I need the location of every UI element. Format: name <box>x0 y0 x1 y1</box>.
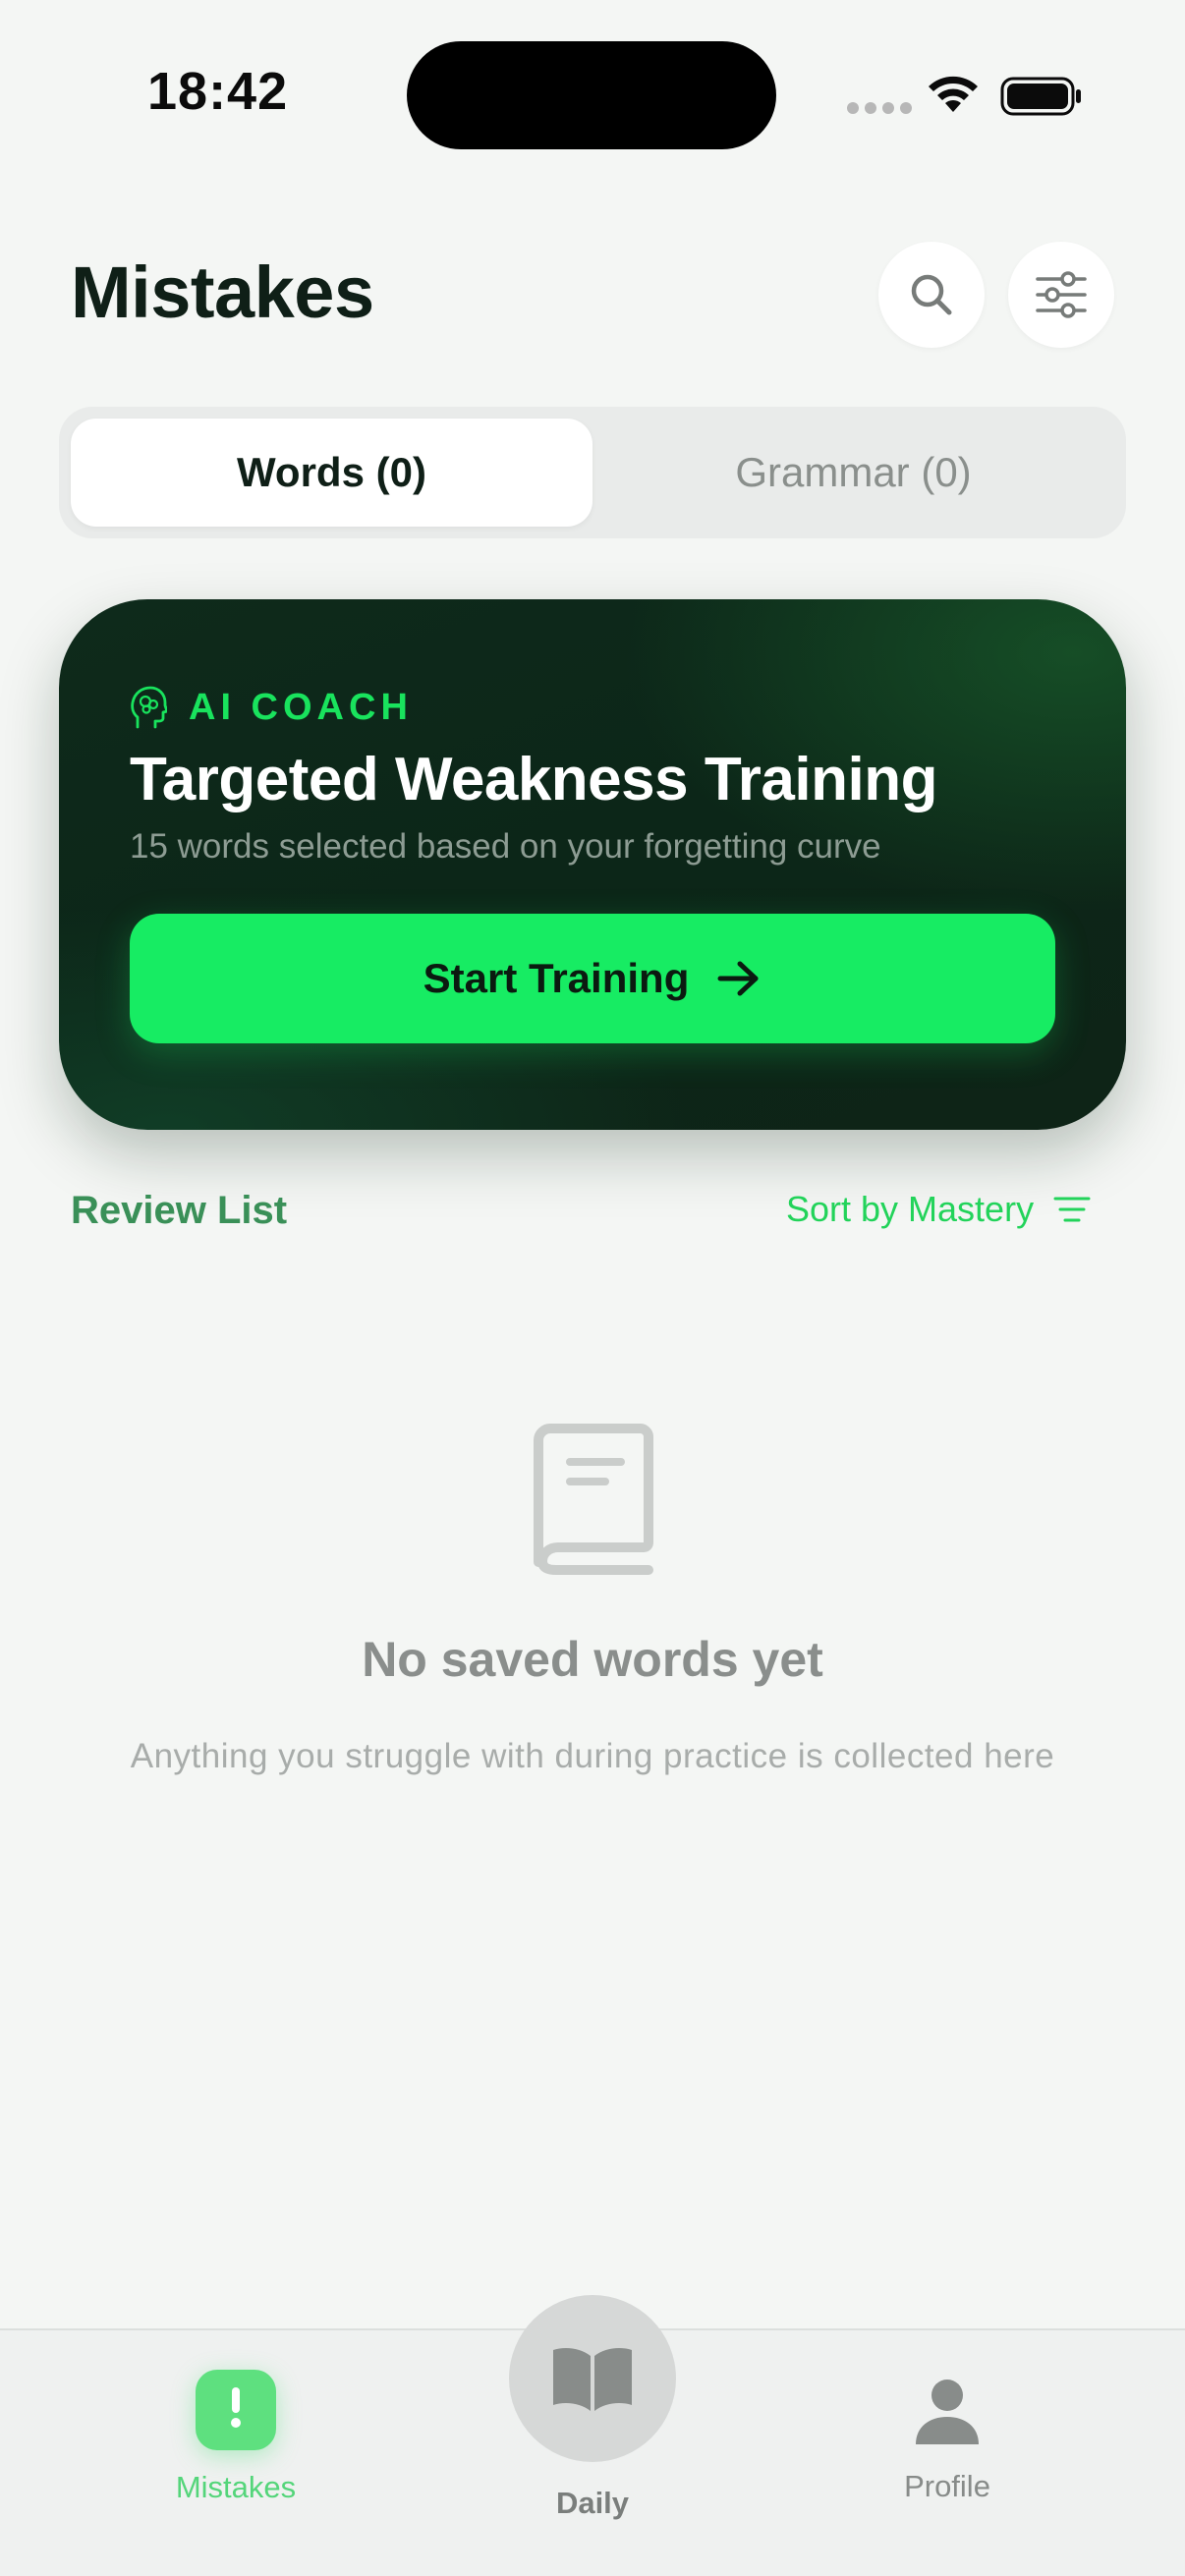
tab-words[interactable]: Words (0) <box>71 419 592 527</box>
bottom-tab-bar: Mistakes Daily Profile <box>0 2295 1185 2576</box>
nav-daily[interactable]: Daily <box>509 2295 676 2521</box>
status-time: 18:42 <box>147 62 289 121</box>
brain-head-icon <box>131 686 167 729</box>
arrow-right-icon <box>717 961 759 996</box>
wifi-icon <box>929 76 978 112</box>
start-training-label: Start Training <box>423 955 690 1001</box>
search-icon <box>911 274 952 315</box>
start-training-button[interactable]: Start Training <box>130 914 1055 1043</box>
dynamic-island <box>407 41 776 149</box>
sort-label: Sort by Mastery <box>786 1189 1035 1229</box>
exclamation-bubble-icon <box>196 2370 276 2450</box>
empty-state-subtitle: Anything you struggle with during practi… <box>130 1737 1055 1775</box>
nav-mistakes-label: Mistakes <box>175 2470 297 2504</box>
sort-by-mastery-button[interactable]: Sort by Mastery <box>786 1189 1091 1230</box>
daily-button[interactable] <box>509 2295 676 2462</box>
open-book-icon <box>553 2348 632 2411</box>
person-icon <box>916 2380 979 2444</box>
page-title: Mistakes <box>71 252 374 333</box>
ai-coach-label: AI COACH <box>189 686 413 728</box>
status-bar: 18:42 <box>0 0 1185 196</box>
sort-lines-icon <box>1053 1197 1091 1222</box>
ai-coach-tag: AI COACH <box>130 686 413 729</box>
coach-card-title: Targeted Weakness Training <box>130 746 937 813</box>
empty-state-title: No saved words yet <box>362 1632 823 1687</box>
review-list-title: Review List <box>71 1189 288 1232</box>
nav-daily-label: Daily <box>555 2486 630 2520</box>
words-grammar-tabs: Words (0) Grammar (0) <box>59 407 1126 538</box>
battery-icon <box>1000 77 1081 116</box>
nav-mistakes[interactable]: Mistakes <box>138 2370 334 2505</box>
sliders-icon <box>1036 271 1087 318</box>
book-icon <box>534 1424 653 1575</box>
cellular-signal-icon <box>847 102 912 114</box>
nav-profile-label: Profile <box>904 2469 990 2503</box>
ai-coach-card: AI COACH Targeted Weakness Training 15 w… <box>59 599 1126 1130</box>
filter-button[interactable] <box>1008 242 1114 348</box>
tab-grammar[interactable]: Grammar (0) <box>592 419 1114 527</box>
search-button[interactable] <box>878 242 985 348</box>
coach-card-subtitle: 15 words selected based on your forgetti… <box>130 827 881 866</box>
nav-profile[interactable]: Profile <box>849 2378 1045 2504</box>
